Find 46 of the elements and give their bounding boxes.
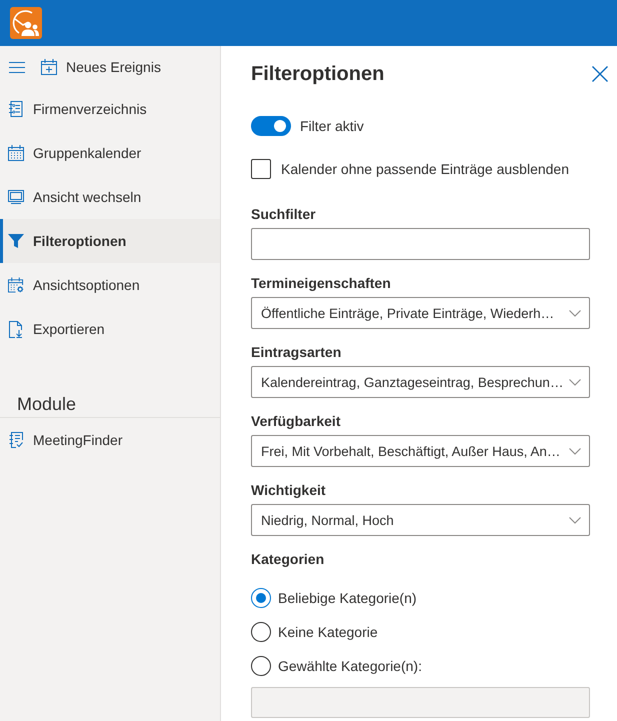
new-event-button[interactable]: Neues Ereignis — [41, 54, 161, 78]
field-label: Eintragsarten — [251, 343, 342, 362]
nav-item[interactable]: Firmenverzeichnis — [0, 87, 220, 131]
checklist-icon — [8, 432, 24, 448]
calendar-icon — [8, 145, 24, 161]
calendar-plus-icon — [41, 58, 57, 74]
radio-button[interactable] — [251, 588, 271, 608]
field-label: Termineigenschaften — [251, 274, 392, 293]
radio-label: Gewählte Kategorie(n): — [278, 658, 422, 674]
radio-button[interactable] — [251, 622, 271, 642]
nav-item[interactable]: MeetingFinder — [0, 418, 220, 462]
toggle-label: Filter aktiv — [300, 118, 364, 134]
menu-icon[interactable] — [9, 62, 25, 72]
window-icon — [8, 190, 24, 204]
chevron-down-icon — [569, 448, 581, 454]
radio-button[interactable] — [251, 656, 271, 676]
chevron-down-icon — [569, 378, 582, 386]
nav-item[interactable]: Ansichtsoptionen — [0, 263, 220, 307]
toggle-switch[interactable] — [251, 116, 291, 136]
nav-item[interactable]: Exportieren — [0, 307, 220, 351]
calendar-gear-icon — [8, 277, 24, 293]
field-label: Kategorien — [251, 550, 326, 569]
chevron-down-icon — [569, 516, 581, 524]
nav-item[interactable]: Ansicht wechseln — [0, 175, 220, 219]
chevron-down-icon — [569, 310, 581, 316]
panel-title: Filteroptionen — [251, 62, 384, 87]
section-heading: Module — [16, 394, 78, 415]
logo-icon — [10, 7, 42, 39]
dropdown[interactable]: Niedrig, Normal, Hoch — [251, 504, 590, 536]
field-label: Verfügbarkeit — [251, 412, 342, 431]
checkbox-label: Kalender ohne passende Einträge ausblenden — [281, 161, 570, 177]
radio-label: Beliebige Kategorie(n) — [278, 590, 417, 606]
dropdown[interactable]: Öffentliche Einträge, Private Einträge, Wiederh… — [251, 297, 590, 329]
address-book-icon — [8, 101, 24, 117]
filter-icon — [8, 233, 24, 249]
dropdown[interactable]: Kalendereintrag, Ganztageseintrag, Besprechun… — [251, 366, 590, 398]
radio-label: Keine Kategorie — [278, 624, 378, 640]
close-icon[interactable] — [592, 66, 608, 82]
dropdown[interactable]: Frei, Mit Vorbehalt, Beschäftigt, Außer Haus, An… — [251, 435, 590, 467]
nav-item[interactable]: Filteroptionen — [0, 219, 220, 263]
nav-item[interactable]: Gruppenkalender — [0, 131, 220, 175]
field-label: Suchfilter — [251, 205, 317, 224]
field-label: Wichtigkeit — [251, 481, 327, 500]
search-field[interactable] — [251, 228, 590, 260]
document-arrow-icon — [8, 320, 24, 338]
checkbox[interactable] — [251, 159, 271, 179]
